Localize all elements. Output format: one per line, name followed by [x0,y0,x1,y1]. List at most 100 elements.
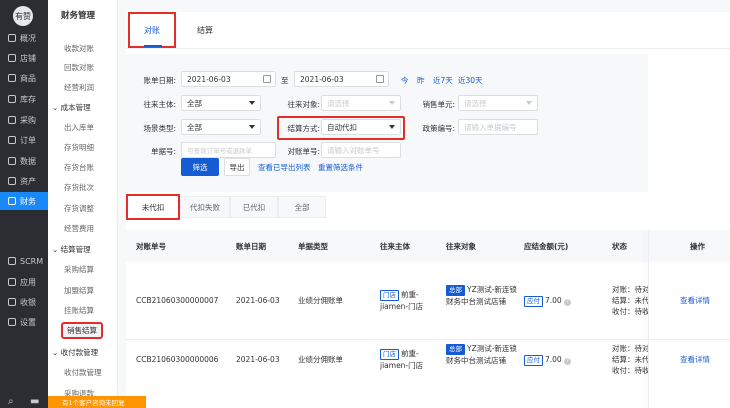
nav-item-cashier[interactable]: 收银 [0,293,48,311]
col-header: 往来对象 [446,242,476,251]
calendar-icon [263,75,271,83]
caret-down-icon [526,101,532,105]
tab-all[interactable]: 全部 [278,196,326,218]
view-export-link[interactable]: 查看已导出列表 [258,162,311,173]
nav-item-shop[interactable]: 店铺 [0,49,48,67]
date-label: 账单日期: [143,76,176,85]
submenu-item[interactable]: 存货批次 [64,182,94,193]
unit-select[interactable]: 请选择 [458,95,538,111]
message-icon[interactable]: ▬ [30,396,44,408]
doc-label: 单据号: [150,147,176,156]
nav-item-overview[interactable]: 概况 [0,29,48,47]
tab-deduct-failed[interactable]: 代扣失败 [180,196,230,218]
nav-item-order[interactable]: 订单 [0,131,48,149]
nav-item-data[interactable]: 数据 [0,152,48,170]
bill-date: 2021-06-03 [236,296,280,305]
purchase-icon [8,116,16,124]
bill-input[interactable]: 请输入对账单号 [321,142,401,158]
date-to-input[interactable]: 2021-06-03 [294,71,389,87]
status-cell: 对账：待对 结算：未代 收付：待收 [612,344,648,375]
filter-panel: 账单日期: 2021-06-03 至 2021-06-03 今 昨 近7天 近3… [126,54,648,192]
filter-button[interactable]: 筛选 [181,158,219,176]
nav-item-apps[interactable]: 应用 [0,273,48,291]
view-detail-link[interactable]: 查看详情 [680,354,710,365]
shop-avatar[interactable]: 有赞 [13,6,33,26]
nav-item-settings[interactable]: 设置 [0,313,48,331]
caret-down-icon [249,125,255,129]
search-icon[interactable]: ⌕ [8,396,22,408]
table-row: CCB21060300000006 2021-06-03 业绩分佣账单 门店 前重… [126,340,730,408]
quick-7days[interactable]: 近7天 [433,75,453,86]
submenu-item[interactable]: 经营费用 [64,223,94,234]
object-cell: 总部 YZ测试-新连锁财务中台测试店铺 [446,344,517,365]
reset-filter-link[interactable]: 重置筛选条件 [318,162,363,173]
submenu-group-cost[interactable]: ⌄ 成本管理 [52,102,91,113]
quick-30days[interactable]: 近30天 [458,75,483,86]
submenu-item[interactable]: 收款对账 [64,43,94,54]
tab-reconcile[interactable]: 对账 [128,12,176,48]
nav-item-finance[interactable]: 财务 [0,192,48,210]
asset-icon [8,177,16,185]
status-cell: 对账：待对 结算：未代 收付：待收 [612,285,648,316]
tab-not-deducted[interactable]: 未代扣 [126,194,180,220]
help-icon[interactable]: ? [564,299,572,306]
submenu-item[interactable]: 采购结算 [64,264,94,275]
nav-item-asset[interactable]: 资产 [0,172,48,190]
submenu-group-pay[interactable]: ⌄ 收付款管理 [52,347,98,358]
nav-item-scrm[interactable]: SCRM [0,252,48,270]
bill-type: 业绩分佣账单 [298,355,343,364]
export-button[interactable]: 导出 [224,158,250,176]
payable-tag: 应付 [524,296,543,307]
fixed-column-divider [648,230,649,408]
tab-settle[interactable]: 结算 [192,12,218,48]
submenu-item-sales-settle[interactable]: 销售结算 [61,322,103,339]
home-icon [8,34,16,42]
calendar-icon [376,75,384,83]
policy-label: 政策编号: [422,124,455,133]
tab-divider [126,48,730,49]
view-detail-link[interactable]: 查看详情 [680,295,710,306]
submenu-item[interactable]: 存货台账 [64,162,94,173]
submenu-item[interactable]: 回款对账 [64,62,94,73]
submenu-item[interactable]: 收付款管理 [64,367,102,378]
hq-tag: 总部 [446,285,465,296]
chart-icon [8,157,16,165]
tab-deducted[interactable]: 已代扣 [230,196,278,218]
object-label: 往来对象: [287,100,320,109]
table-row: CCB21060300000007 2021-06-03 业绩分佣账单 门店 前重… [126,262,730,340]
scene-select[interactable]: 全部 [181,119,261,135]
submenu-item[interactable]: 存货明细 [64,142,94,153]
help-icon[interactable]: ? [564,358,572,365]
status-tabs: 未代扣 代扣失败 已代扣 全部 [126,194,326,220]
col-header: 应结金额(元) [524,242,569,251]
stock-icon [8,95,16,103]
quick-today[interactable]: 今 [401,75,409,86]
col-header: 往来主体 [380,242,410,251]
caret-down-icon [389,101,395,105]
submenu-item[interactable]: 经营利润 [64,82,94,93]
store-tag: 门店 [380,290,399,301]
consult-notice-bar[interactable]: 有1个客户咨询未回复 [48,396,146,408]
unit-label: 销售单元: [422,100,455,109]
object-cell: 总部 YZ测试-新连锁财务中台测试店铺 [446,285,517,306]
hq-tag: 总部 [446,344,465,355]
submenu-item[interactable]: 加盟结算 [64,285,94,296]
submenu-item[interactable]: 存货调整 [64,203,94,214]
method-select[interactable]: 自动代扣 [321,119,401,135]
quick-yesterday[interactable]: 昨 [417,75,425,86]
submenu-item[interactable]: 出入库单 [64,122,94,133]
bill-type: 业绩分佣账单 [298,296,343,305]
submenu-group-settle[interactable]: ⌄ 结算管理 [52,244,91,255]
submenu-item[interactable]: 挂账结算 [64,305,94,316]
subject-select[interactable]: 全部 [181,95,261,111]
policy-input[interactable]: 请输入单据编号 [458,119,538,135]
doc-input[interactable]: 可查询订单号或退款单 [181,142,276,158]
object-select[interactable]: 请选择 [321,95,401,111]
date-from-input[interactable]: 2021-06-03 [181,71,276,87]
nav-item-purchase[interactable]: 采购 [0,111,48,129]
goods-icon [8,74,16,82]
nav-item-goods[interactable]: 商品 [0,69,48,87]
nav-item-stock[interactable]: 库存 [0,90,48,108]
tab-indicator [144,45,162,47]
apps-icon [8,278,16,286]
